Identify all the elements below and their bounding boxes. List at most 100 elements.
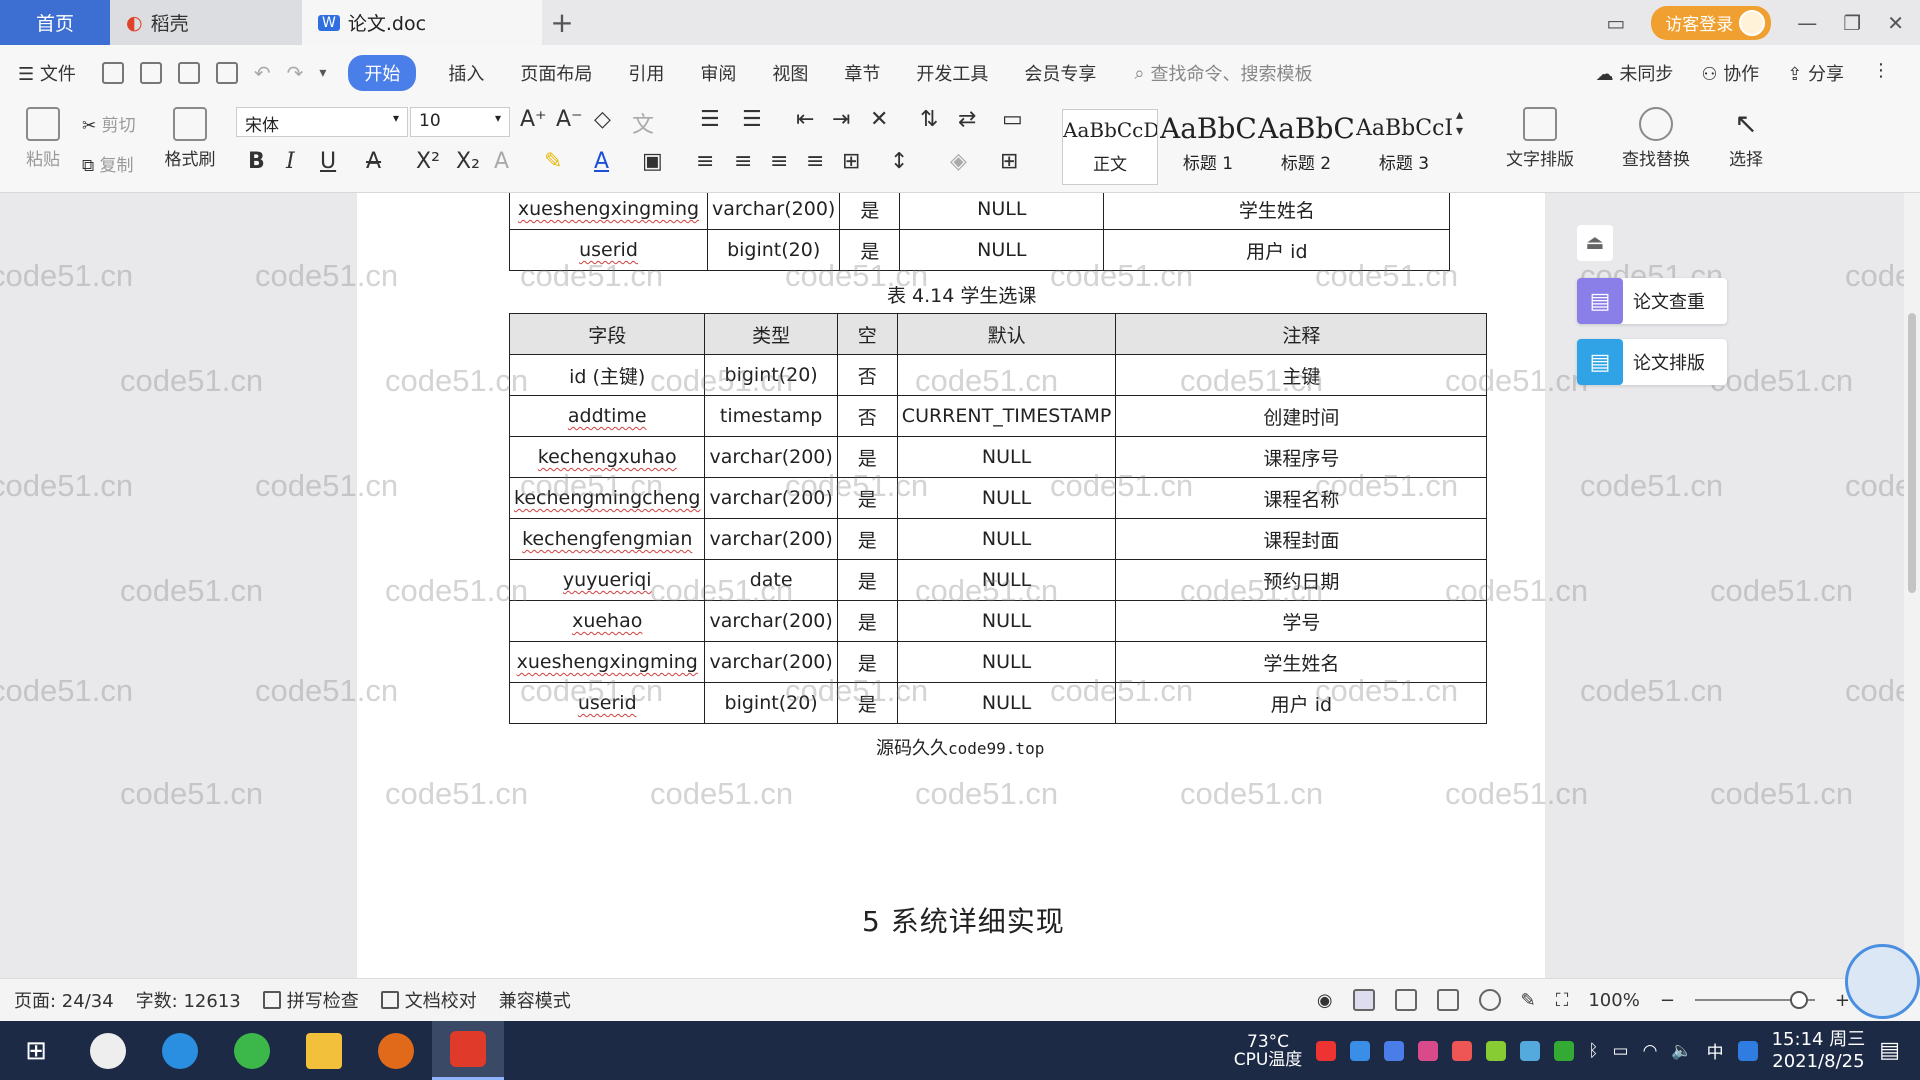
clear-format-icon[interactable]: ◇ (594, 107, 611, 132)
font-grow-icon[interactable]: A⁺ (520, 107, 547, 132)
numbered-list-icon[interactable]: ☰ (742, 107, 762, 132)
tray-app-icon[interactable] (1452, 1040, 1473, 1061)
table-cell[interactable]: 是 (836, 600, 898, 642)
vertical-scrollbar[interactable] (1904, 193, 1920, 978)
undo-icon[interactable]: ↶ (254, 61, 271, 85)
zoom-out-icon[interactable]: − (1660, 990, 1675, 1011)
nvidia-icon[interactable] (1554, 1040, 1575, 1061)
outline-view-icon[interactable] (1394, 989, 1417, 1011)
pinwheel-app-icon[interactable] (72, 1021, 144, 1080)
tray-app-icon[interactable] (1737, 1040, 1758, 1061)
menu-member[interactable]: 会员专享 (1006, 60, 1114, 86)
copy-button[interactable]: ⧉ 复制 (82, 151, 134, 176)
menu-view[interactable]: 视图 (754, 60, 826, 86)
font-shrink-icon[interactable]: A⁻ (556, 107, 583, 132)
assistant-avatar-icon[interactable] (1845, 944, 1920, 1019)
table-cell[interactable]: addtime (508, 395, 706, 437)
zoom-slider-knob[interactable] (1789, 991, 1808, 1009)
menu-insert[interactable]: 插入 (430, 60, 502, 86)
pen-icon[interactable]: ✎ (1521, 990, 1536, 1011)
menu-developer[interactable]: 开发工具 (898, 60, 1006, 86)
line-spacing-icon[interactable]: ↕ (890, 149, 908, 174)
wps-office-icon[interactable] (432, 1021, 504, 1080)
table-cell[interactable]: 课程封面 (1115, 518, 1488, 560)
align-right-icon[interactable]: ≡ (770, 149, 788, 174)
command-search[interactable]: ⌕ 查找命令、搜索模板 (1134, 60, 1312, 86)
table-cell[interactable]: 创建时间 (1115, 395, 1488, 437)
highlight-icon[interactable]: ✎ (544, 149, 562, 174)
align-center-icon[interactable]: ≡ (734, 149, 752, 174)
shading-icon[interactable]: ◈ (950, 149, 967, 174)
close-button[interactable]: ✕ (1887, 11, 1904, 35)
text-effect-icon[interactable]: A (494, 149, 509, 174)
tray-app-icon[interactable] (1418, 1040, 1439, 1061)
redo-icon[interactable]: ↷ (287, 61, 304, 85)
menu-chapter[interactable]: 章节 (826, 60, 898, 86)
table-cell[interactable]: timestamp (704, 395, 838, 437)
system-clock[interactable]: 15:14 周三 2021/8/25 (1772, 1029, 1866, 1073)
collapse-panel-button[interactable]: ⏏ (1577, 225, 1613, 261)
tray-app-icon[interactable] (1316, 1040, 1337, 1061)
zoom-slider[interactable] (1694, 991, 1815, 1009)
tray-app-icon[interactable] (1350, 1040, 1371, 1061)
page-view-icon[interactable] (1352, 989, 1375, 1011)
table-cell[interactable]: 是 (836, 559, 898, 601)
phonetic-icon[interactable]: 文 (632, 107, 654, 139)
page-indicator[interactable]: 页面: 24/34 (14, 987, 114, 1013)
more-icon[interactable]: ⋮ (1872, 60, 1890, 86)
zoom-level[interactable]: 100% (1588, 990, 1639, 1011)
strikethrough-icon[interactable]: A (366, 149, 381, 174)
paper-layout-button[interactable]: ▤ 论文排版 (1577, 339, 1727, 385)
style-normal[interactable]: AaBbCcDd 正文 (1062, 109, 1158, 185)
new-tab-button[interactable]: + (542, 0, 582, 45)
tab-home[interactable]: 首页 (0, 0, 110, 45)
tab-document[interactable]: W 论文.doc (302, 0, 542, 45)
text-layout-button[interactable]: 文字排版 (1490, 107, 1590, 170)
print-preview-icon[interactable] (215, 62, 238, 84)
quick-access-dropdown-icon[interactable]: ▾ (319, 65, 326, 81)
export-icon[interactable] (139, 62, 162, 84)
menu-review[interactable]: 审阅 (682, 60, 754, 86)
restore-button[interactable]: ❐ (1843, 11, 1861, 35)
table-cell[interactable]: NULL (896, 518, 1117, 560)
browser-360-icon[interactable] (216, 1021, 288, 1080)
spell-check-button[interactable]: 拼写检查 (262, 987, 359, 1013)
distributed-icon[interactable]: ⊞ (842, 149, 860, 174)
wifi-icon[interactable]: ◠ (1643, 1041, 1658, 1061)
menu-start[interactable]: 开始 (348, 55, 417, 91)
sync-status[interactable]: ☁ 未同步 (1596, 60, 1674, 86)
windows-start-icon[interactable]: ⊞ (0, 1021, 72, 1080)
minimize-button[interactable]: — (1797, 11, 1817, 35)
game-app-icon[interactable] (360, 1021, 432, 1080)
ime-indicator[interactable]: 中 (1707, 1038, 1724, 1063)
fit-page-icon[interactable]: ⛶ (1556, 990, 1569, 1011)
align-left-icon[interactable]: ≡ (696, 149, 714, 174)
sort-icon[interactable]: ⇅ (920, 107, 938, 132)
table-cell[interactable]: 否 (836, 354, 898, 396)
bold-icon[interactable]: B (248, 149, 265, 174)
borders-icon[interactable]: ⊞ (1000, 149, 1018, 174)
layout-toggle-icon[interactable]: ▭ (1606, 11, 1625, 35)
font-name-select[interactable]: 宋体 ▾ (236, 107, 408, 137)
styles-scroll-icon[interactable]: ▴ ▾ (1456, 107, 1463, 139)
share-button[interactable]: ⇪ 分享 (1787, 60, 1844, 86)
eye-protection-icon[interactable]: ◉ (1317, 990, 1333, 1011)
cut-button[interactable]: ✂ 剪切 (82, 111, 136, 136)
web-view-icon[interactable] (1478, 989, 1501, 1011)
word-count[interactable]: 字数: 12613 (136, 987, 241, 1013)
tray-app-icon[interactable] (1520, 1040, 1541, 1061)
show-marks-icon[interactable]: ⇄ (958, 107, 976, 132)
ruler-icon[interactable]: ▭ (1002, 107, 1023, 132)
find-replace-button[interactable]: 查找替换 (1606, 107, 1706, 170)
tab-daoke[interactable]: ◐ 稻壳 (110, 0, 302, 45)
menu-references[interactable]: 引用 (610, 60, 682, 86)
collaborate-button[interactable]: ⚇ 协作 (1701, 60, 1759, 86)
table-cell[interactable]: 否 (836, 395, 898, 437)
paste-button[interactable]: 粘贴 (18, 107, 68, 170)
style-heading-2[interactable]: AaBbC 标题 2 (1258, 109, 1354, 185)
style-heading-3[interactable]: AaBbCcI 标题 3 (1356, 109, 1452, 185)
justify-icon[interactable]: ≡ (806, 149, 824, 174)
chinese-layout-icon[interactable]: ✕ (870, 107, 888, 132)
battery-icon[interactable]: ▭ (1613, 1041, 1629, 1061)
volume-icon[interactable]: 🔈 (1671, 1041, 1692, 1061)
